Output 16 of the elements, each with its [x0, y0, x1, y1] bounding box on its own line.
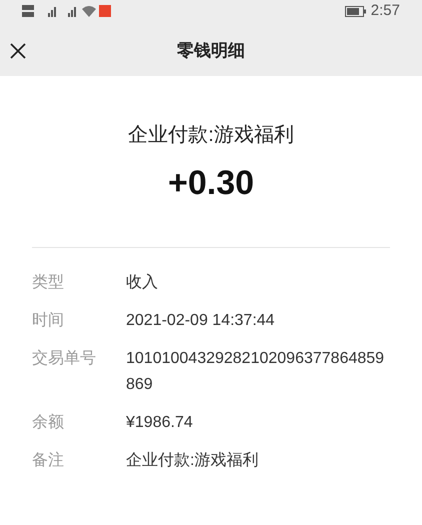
close-icon[interactable]: [10, 43, 26, 59]
detail-label: 类型: [32, 272, 65, 293]
transaction-amount: +0.30: [168, 163, 254, 204]
detail-label: 交易单号: [32, 348, 97, 369]
detail-label: 备注: [32, 450, 65, 471]
detail-value: 收入: [126, 272, 159, 293]
detail-label: 时间: [32, 310, 65, 331]
page-title: 零钱明细: [177, 40, 245, 62]
detail-value: 企业付款:游戏福利: [126, 450, 260, 471]
detail-label: 余额: [32, 412, 65, 433]
detail-value: 10101004329282102096377864859869: [126, 349, 386, 395]
detail-value: 2021-02-09 14:37:44: [126, 311, 276, 331]
detail-value: ¥1986.74: [126, 413, 194, 433]
transaction-title: 企业付款:游戏福利: [128, 123, 294, 148]
status-time: 2:57: [370, 0, 400, 21]
battery-icon: [344, 6, 367, 16]
